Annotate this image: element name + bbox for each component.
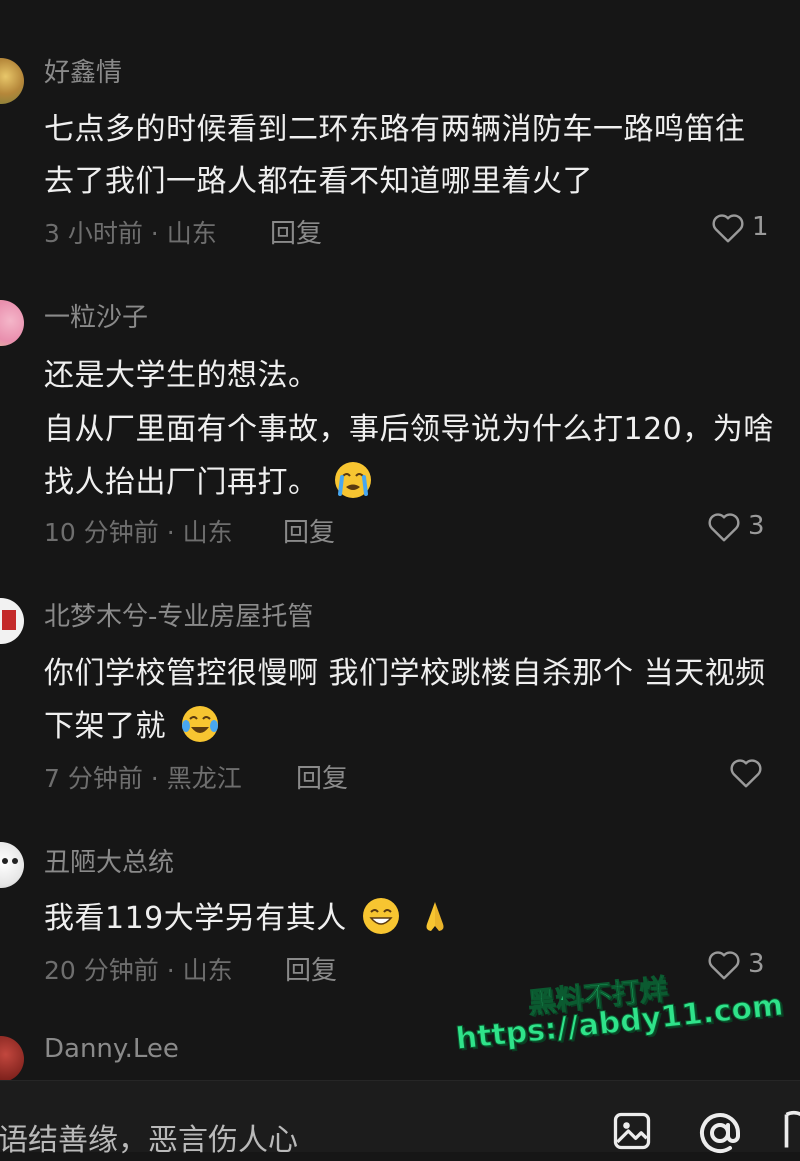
reply-button[interactable]: 回复 bbox=[270, 213, 322, 250]
avatar[interactable] bbox=[0, 58, 24, 104]
comment-text-line: 自从厂里面有个事故，事后领导说为什么打120，为啥 bbox=[44, 412, 774, 447]
avatar[interactable] bbox=[0, 842, 24, 888]
comment-username[interactable]: 北梦木兮-专业房屋托管 bbox=[44, 596, 313, 633]
avatar[interactable] bbox=[0, 300, 24, 346]
reply-button[interactable]: 回复 bbox=[283, 512, 335, 549]
comment-input[interactable]: 语结善缘，恶言伤人心 bbox=[0, 1115, 298, 1159]
comment-text-line: 我看119大学另有其人 bbox=[44, 893, 455, 937]
like-button[interactable]: 3 bbox=[706, 947, 765, 981]
comment-meta: 20 分钟前 · 山东 bbox=[44, 956, 233, 985]
comment-username[interactable]: 一粒沙子 bbox=[44, 297, 148, 334]
comment-text-line: 去了我们一路人都在看不知道哪里着火了 bbox=[44, 164, 593, 199]
image-icon[interactable] bbox=[610, 1109, 654, 1157]
comment-text-line: 下架了就 bbox=[44, 701, 220, 745]
comment-meta: 10 分钟前 · 山东 bbox=[44, 518, 233, 547]
at-icon[interactable] bbox=[696, 1109, 744, 1161]
comment-text-line: 还是大学生的想法。 bbox=[44, 358, 319, 393]
like-button[interactable]: 1 bbox=[710, 210, 769, 244]
like-button[interactable]: 3 bbox=[706, 509, 765, 543]
comment-username[interactable]: Danny.Lee bbox=[44, 1034, 179, 1064]
comment-meta: 7 分钟前 · 黑龙江 bbox=[44, 764, 242, 793]
grinning-face-emoji-icon bbox=[362, 898, 399, 934]
like-count: 1 bbox=[752, 212, 769, 242]
comment-text: 找人抬出厂门再打。 bbox=[44, 465, 319, 500]
avatar[interactable] bbox=[0, 1036, 24, 1082]
like-count: 3 bbox=[748, 511, 765, 541]
folded-hands-emoji-icon bbox=[426, 902, 444, 931]
heart-outline-icon bbox=[708, 951, 740, 980]
comment-username[interactable]: 好鑫情 bbox=[44, 52, 122, 89]
crying-face-emoji-icon bbox=[334, 462, 371, 498]
avatar[interactable] bbox=[0, 598, 24, 644]
comment-text-line: 找人抬出厂门再打。 bbox=[44, 457, 373, 501]
comment-text-line: 你们学校管控很慢啊 我们学校跳楼自杀那个 当天视频 bbox=[44, 656, 766, 691]
comment-input-bar: 语结善缘，恶言伤人心 bbox=[0, 1080, 800, 1158]
reply-button[interactable]: 回复 bbox=[296, 758, 348, 795]
like-button[interactable] bbox=[728, 755, 770, 789]
heart-outline-icon bbox=[730, 759, 762, 788]
comment-text: 我看119大学另有其人 bbox=[44, 901, 347, 936]
heart-outline-icon bbox=[712, 214, 744, 243]
emoji-icon[interactable] bbox=[782, 1109, 800, 1157]
heart-outline-icon bbox=[708, 513, 740, 542]
comment-text: 下架了就 bbox=[44, 709, 166, 744]
tears-of-joy-emoji-icon bbox=[182, 706, 219, 742]
like-count: 3 bbox=[748, 949, 765, 979]
comment-text-line: 七点多的时候看到二环东路有两辆消防车一路鸣笛往 bbox=[44, 112, 746, 147]
reply-button[interactable]: 回复 bbox=[285, 950, 337, 987]
comment-username[interactable]: 丑陋大总统 bbox=[44, 842, 174, 879]
comment-meta: 3 小时前 · 山东 bbox=[44, 219, 217, 248]
